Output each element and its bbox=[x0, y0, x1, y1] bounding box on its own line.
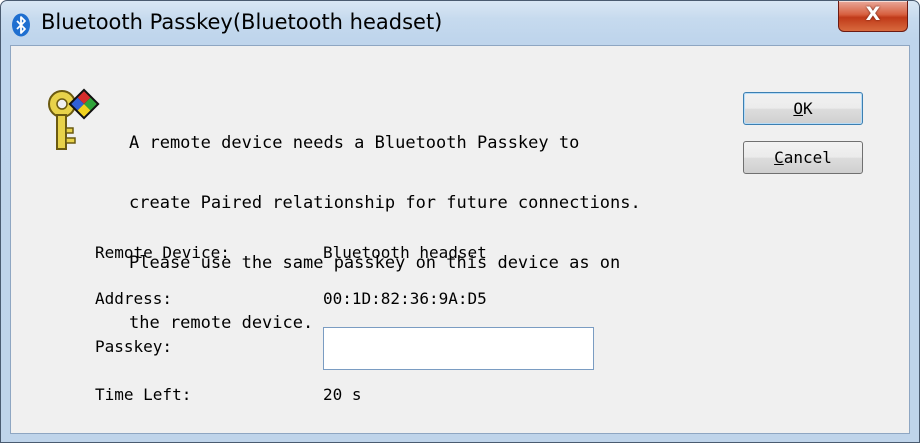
key-icon bbox=[48, 88, 100, 150]
address-value: 00:1D:82:36:9A:D5 bbox=[323, 289, 487, 308]
message-line: A remote device needs a Bluetooth Passke… bbox=[129, 133, 580, 153]
time-left-value: 20 s bbox=[323, 385, 362, 404]
time-left-label: Time Left: bbox=[95, 385, 192, 404]
cancel-button[interactable]: Cancel bbox=[743, 141, 863, 174]
ok-button[interactable]: OK bbox=[743, 92, 863, 125]
bluetooth-icon bbox=[12, 13, 30, 37]
remote-device-label: Remote Device: bbox=[95, 243, 230, 262]
remote-device-value: Bluetooth headset bbox=[323, 243, 487, 262]
close-button[interactable]: X bbox=[838, 1, 908, 32]
ok-mnemonic: O bbox=[793, 99, 803, 118]
passkey-input[interactable] bbox=[323, 327, 594, 370]
close-icon: X bbox=[865, 3, 881, 25]
cancel-mnemonic: C bbox=[774, 148, 784, 167]
message-line: create Paired relationship for future co… bbox=[129, 193, 641, 213]
passkey-label: Passkey: bbox=[95, 337, 173, 356]
ok-label-rest: K bbox=[803, 99, 813, 118]
title-bar[interactable]: Bluetooth Passkey(Bluetooth headset) X bbox=[1, 1, 919, 45]
prompt-message: A remote device needs a Bluetooth Passke… bbox=[129, 93, 641, 353]
window-title: Bluetooth Passkey(Bluetooth headset) bbox=[41, 10, 443, 34]
address-label: Address: bbox=[95, 289, 173, 308]
cancel-label-rest: ancel bbox=[783, 148, 832, 167]
